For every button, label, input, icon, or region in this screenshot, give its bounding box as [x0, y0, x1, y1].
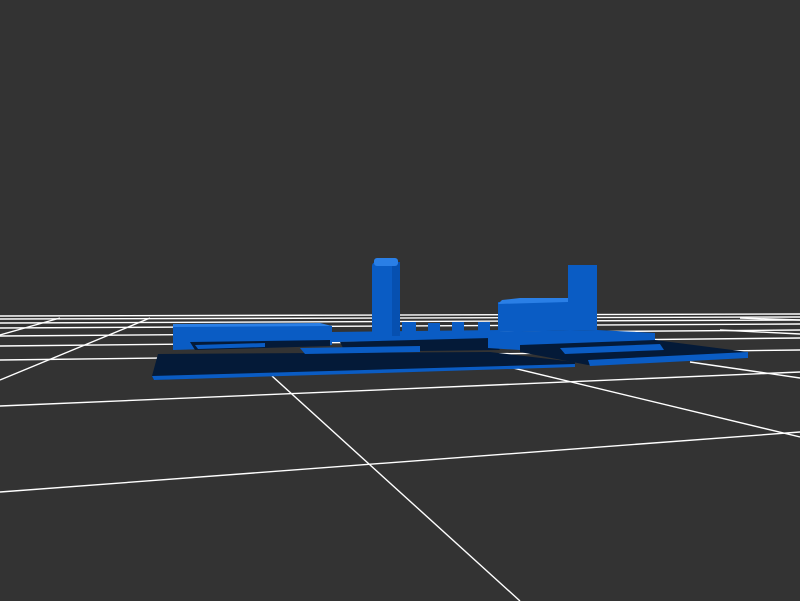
tall-pillar-top	[374, 258, 398, 266]
bump	[402, 322, 416, 332]
bump	[428, 323, 440, 332]
bump	[478, 322, 490, 332]
bump	[452, 322, 464, 332]
scene-canvas[interactable]	[0, 0, 800, 601]
tall-pillar-side	[392, 262, 400, 336]
3d-viewport[interactable]	[0, 0, 800, 601]
